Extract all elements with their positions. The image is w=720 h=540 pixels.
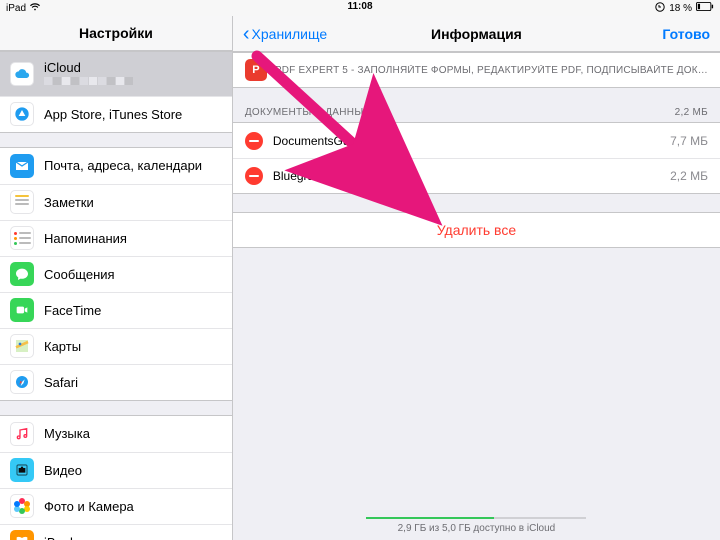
sidebar-item-label: Safari: [44, 375, 78, 390]
facetime-icon: [10, 298, 34, 322]
sidebar-item-label: iBooks: [44, 535, 83, 540]
sidebar-item-icloud[interactable]: iCloud: [0, 52, 232, 96]
sidebar-item-label: Фото и Камера: [44, 499, 134, 514]
detail-title: Информация: [431, 26, 522, 42]
sidebar-item-photos-camera[interactable]: Фото и Камера: [0, 488, 232, 524]
pdf-expert-icon: P: [245, 59, 267, 81]
sidebar-item-label: Карты: [44, 339, 81, 354]
sidebar-item-mail[interactable]: Почта, адреса, календари: [0, 148, 232, 184]
battery-pct: 18 %: [669, 3, 692, 14]
sidebar-item-reminders[interactable]: Напоминания: [0, 220, 232, 256]
sidebar-item-notes[interactable]: Заметки: [0, 184, 232, 220]
sidebar-item-label: Заметки: [44, 195, 94, 210]
file-name: DocumentsGuide.guide: [273, 134, 398, 148]
maps-icon: [10, 334, 34, 358]
redacted-account: [44, 77, 133, 87]
storage-footer-text: 2,9 ГБ из 5,0 ГБ доступно в iCloud: [233, 523, 720, 534]
mail-icon: [10, 154, 34, 178]
done-button[interactable]: Готово: [662, 16, 710, 51]
sidebar-item-label: App Store, iTunes Store: [44, 107, 182, 122]
music-icon: [10, 422, 34, 446]
device-label: iPad: [6, 3, 26, 14]
video-icon: [10, 458, 34, 482]
clock: 11:08: [347, 1, 372, 12]
documents-section-header: ДОКУМЕНТЫ И ДАННЫЕ 2,2 МБ: [233, 88, 720, 122]
sidebar-navbar: Настройки: [0, 16, 232, 51]
sidebar-item-music[interactable]: Музыка: [0, 416, 232, 452]
photos-icon: [10, 494, 34, 518]
sidebar-item-label: FaceTime: [44, 303, 101, 318]
sidebar-item-facetime[interactable]: FaceTime: [0, 292, 232, 328]
sidebar-item-ibooks[interactable]: iBooks: [0, 524, 232, 540]
notes-icon: [10, 190, 34, 214]
done-label: Готово: [662, 26, 710, 42]
sidebar-item-label: iCloud: [44, 60, 133, 75]
storage-bar: [366, 517, 586, 519]
back-label: Хранилище: [252, 26, 328, 42]
messages-icon: [10, 262, 34, 286]
settings-sidebar: Настройки iCloud App: [0, 16, 233, 540]
battery-icon: [696, 2, 714, 14]
sidebar-title: Настройки: [79, 25, 153, 41]
sidebar-item-label: Видео: [44, 463, 82, 478]
delete-minus-icon[interactable]: [245, 167, 263, 185]
chevron-left-icon: ‹: [243, 24, 250, 44]
file-size: 2,2 МБ: [670, 169, 708, 183]
detail-pane: ‹ Хранилище Информация Готово P PDF EXPE…: [233, 16, 720, 540]
section-size: 2,2 МБ: [675, 107, 708, 118]
sidebar-item-label: Почта, адреса, календари: [44, 158, 202, 173]
reminders-icon: [10, 226, 34, 250]
delete-all-label: Удалить все: [437, 222, 516, 238]
status-bar: iPad 11:08 18 %: [0, 0, 720, 16]
sidebar-item-maps[interactable]: Карты: [0, 328, 232, 364]
appstore-icon: [10, 102, 34, 126]
storage-footer: 2,9 ГБ из 5,0 ГБ доступно в iCloud: [233, 517, 720, 534]
app-name: PDF EXPERT 5 - ЗАПОЛНЯЙТЕ ФОРМЫ, РЕДАКТИ…: [275, 65, 708, 76]
file-size: 7,7 МБ: [670, 134, 708, 148]
safari-icon: [10, 370, 34, 394]
section-label: ДОКУМЕНТЫ И ДАННЫЕ: [245, 107, 371, 118]
file-row[interactable]: Bluegrass.mp3 2,2 МБ: [233, 158, 720, 194]
file-name: Bluegrass.mp3: [273, 169, 353, 183]
wifi-icon: [30, 3, 40, 14]
sidebar-item-messages[interactable]: Сообщения: [0, 256, 232, 292]
back-button[interactable]: ‹ Хранилище: [243, 16, 327, 51]
cloud-icon: [10, 62, 34, 86]
file-row[interactable]: DocumentsGuide.guide 7,7 МБ: [233, 122, 720, 158]
detail-navbar: ‹ Хранилище Информация Готово: [233, 16, 720, 52]
rotation-lock-icon: [655, 2, 665, 15]
sidebar-item-app-store[interactable]: App Store, iTunes Store: [0, 96, 232, 132]
ibooks-icon: [10, 530, 34, 540]
delete-all-button[interactable]: Удалить все: [233, 212, 720, 248]
sidebar-item-video[interactable]: Видео: [0, 452, 232, 488]
sidebar-item-safari[interactable]: Safari: [0, 364, 232, 400]
sidebar-item-label: Напоминания: [44, 231, 127, 246]
sidebar-item-label: Сообщения: [44, 267, 115, 282]
sidebar-item-label: Музыка: [44, 426, 90, 441]
delete-minus-icon[interactable]: [245, 132, 263, 150]
app-row: P PDF EXPERT 5 - ЗАПОЛНЯЙТЕ ФОРМЫ, РЕДАК…: [233, 52, 720, 88]
